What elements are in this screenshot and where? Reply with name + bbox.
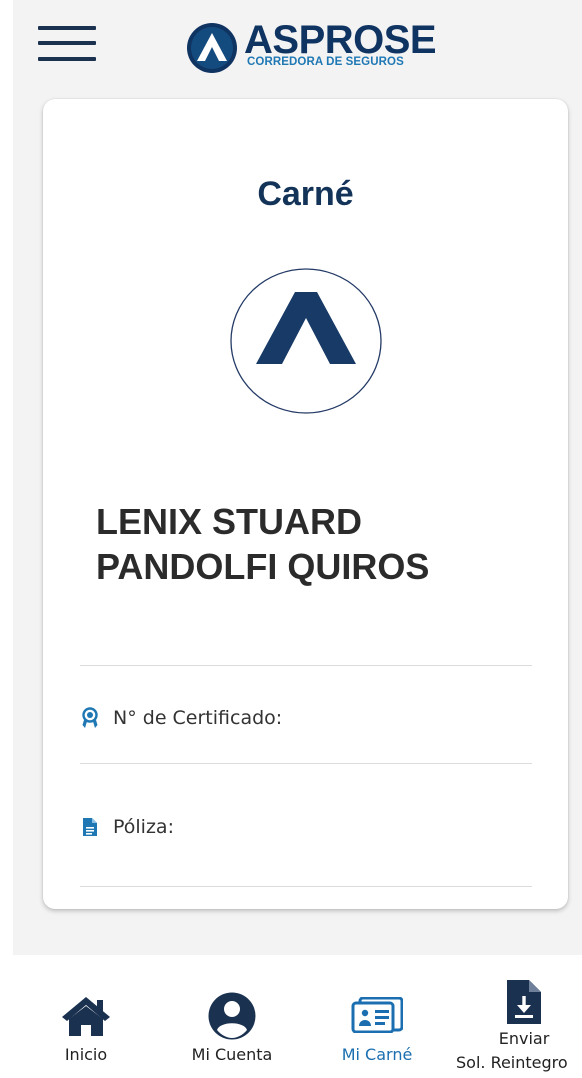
nav-item-inicio[interactable]: Inicio	[40, 955, 132, 1078]
id-card-icon	[351, 997, 403, 1033]
document-icon	[80, 816, 100, 838]
certificate-ribbon-icon	[80, 707, 100, 729]
card-holder-name: LENIX STUARD PANDOLFI QUIROS	[96, 501, 430, 587]
certificate-number-field: N° de Certificado:	[80, 703, 532, 733]
nav-label-inicio: Inicio	[64, 1045, 108, 1064]
nav-label-mi-cuenta: Mi Cuenta	[191, 1045, 273, 1064]
document-download-icon	[507, 980, 541, 1024]
brand-name: ASPROSE	[244, 18, 437, 62]
card-brand-logo-icon	[230, 268, 382, 414]
certificate-number-label: N° de Certificado:	[113, 707, 283, 729]
policy-label: Póliza:	[113, 816, 174, 838]
divider	[80, 886, 532, 887]
nav-item-enviar-sol-reintegro[interactable]: Enviar Sol. Reintegro	[452, 955, 582, 1078]
nav-item-mi-cuenta[interactable]: Mi Cuenta	[176, 955, 288, 1078]
nav-label-enviar: Enviar	[498, 1029, 550, 1048]
brand-logo-icon	[187, 23, 237, 73]
nav-label-mi-carne: Mi Carné	[341, 1045, 413, 1064]
home-icon	[62, 997, 110, 1036]
nav-label-sol-reintegro: Sol. Reintegro	[456, 1053, 568, 1072]
hamburger-menu-icon[interactable]	[38, 22, 96, 66]
user-circle-icon	[208, 992, 256, 1040]
app-screen: ASPROSE CORREDORA DE SEGUROS Carné LENIX…	[0, 0, 582, 1078]
nav-item-mi-carne[interactable]: Mi Carné	[326, 955, 428, 1078]
divider	[80, 665, 532, 666]
card-title: Carné	[257, 175, 354, 213]
bottom-navigation: Inicio Mi Cuenta Mi Carné Enviar Sol. Re…	[0, 955, 582, 1078]
policy-field: Póliza:	[80, 812, 532, 842]
brand-tagline: CORREDORA DE SEGUROS	[247, 56, 404, 68]
member-card: Carné LENIX STUARD PANDOLFI QUIROS N° de…	[43, 99, 568, 909]
brand-logo: ASPROSE CORREDORA DE SEGUROS	[186, 18, 437, 73]
divider	[80, 763, 532, 764]
